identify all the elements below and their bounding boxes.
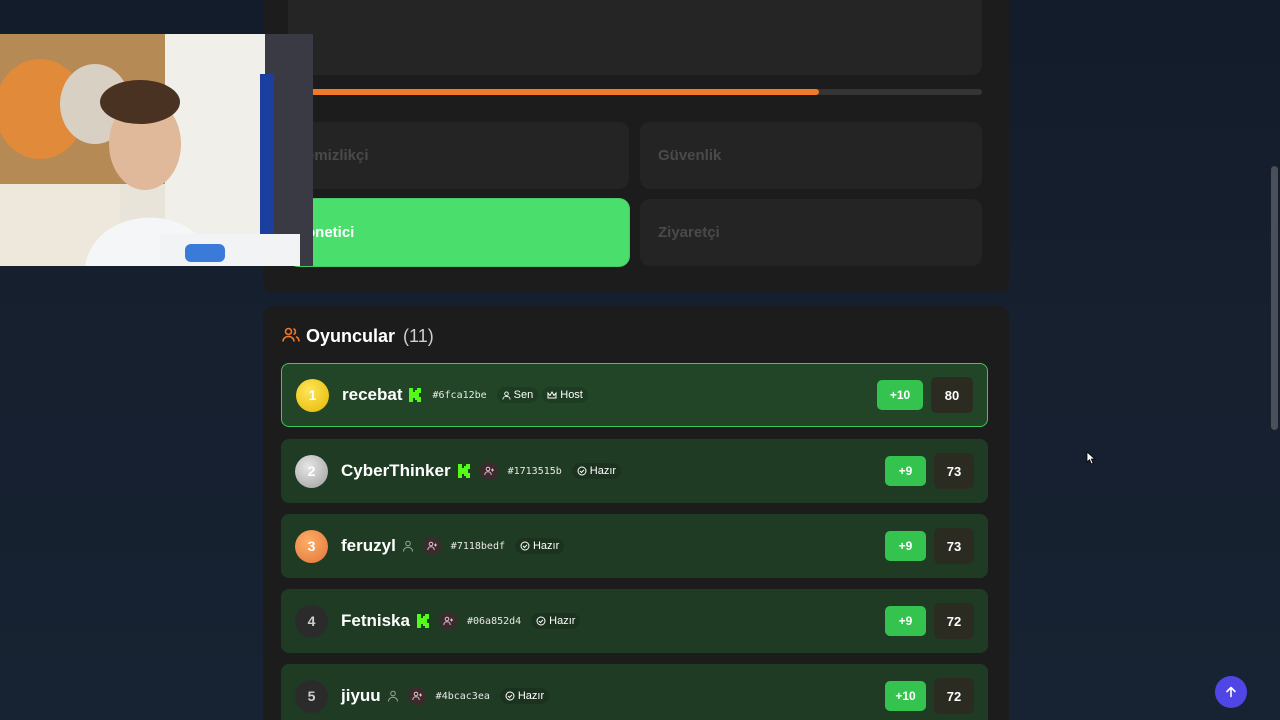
player-row: 4 Fetniska #06a852d4 Hazır +9 72 <box>281 589 988 653</box>
role-option-temizlikci[interactable]: emizlikçi <box>288 122 629 189</box>
game-panel: emizlikçi Güvenlik önetici Ziyaretçi <box>263 0 1009 292</box>
player-id: #7118bedf <box>450 540 505 552</box>
rank-badge: 2 <box>295 454 328 488</box>
player-id: #06a852d4 <box>466 615 522 627</box>
player-row: 1 recebat #6fca12be Sen Host +10 80 <box>281 363 988 427</box>
add-friend-button[interactable] <box>479 462 498 480</box>
you-chip: Sen <box>496 387 539 403</box>
player-name: recebat <box>342 385 403 404</box>
total-score: 72 <box>934 678 974 714</box>
add-friend-button[interactable] <box>438 612 457 630</box>
timer-progress-fill <box>288 89 819 95</box>
page-scrollbar[interactable] <box>1268 0 1280 720</box>
player-row: 2 CyberThinker #1713515b Hazır +9 73 <box>281 439 988 503</box>
add-friend-button[interactable] <box>407 687 426 705</box>
player-name: jiyuu <box>341 686 381 705</box>
role-label: Güvenlik <box>658 147 722 164</box>
row-scores: +9 73 <box>885 528 974 564</box>
player-name: Fetniska <box>341 611 410 630</box>
users-icon <box>282 327 300 347</box>
user-icon <box>402 540 414 552</box>
player-name: feruzyl <box>341 536 396 555</box>
player-row: 3 feruzyl #7118bedf Hazır +9 73 <box>281 514 988 578</box>
total-score: 73 <box>934 528 974 564</box>
ready-chip: Hazır <box>531 613 581 629</box>
user-icon <box>387 690 399 702</box>
scroll-top-button[interactable] <box>1215 676 1247 708</box>
kick-k-icon <box>457 464 471 478</box>
role-label: emizlikçi <box>306 147 369 164</box>
check-circle-icon <box>536 616 546 626</box>
score-delta: +9 <box>885 456 926 486</box>
user-plus-icon <box>427 541 437 551</box>
role-label: önetici <box>306 224 355 241</box>
rank-badge: 5 <box>295 679 328 713</box>
player-name: CyberThinker <box>341 461 451 480</box>
ready-chip: Hazır <box>499 688 550 704</box>
check-circle-icon <box>505 691 515 701</box>
players-count: (11) <box>403 326 434 346</box>
rank-badge: 1 <box>296 378 329 412</box>
role-option-ziyaretci[interactable]: Ziyaretçi <box>640 199 982 266</box>
host-chip: Host <box>542 387 588 403</box>
total-score: 72 <box>934 603 974 639</box>
players-title: Oyuncular <box>306 326 396 346</box>
score-delta: +9 <box>885 606 926 636</box>
ready-chip: Hazır <box>571 463 622 479</box>
kick-k-icon <box>408 388 422 402</box>
score-delta: +10 <box>885 681 926 711</box>
role-option-yonetici[interactable]: önetici <box>288 199 629 266</box>
ready-chip: Hazır <box>514 538 565 554</box>
player-id: #4bcac3ea <box>435 690 490 702</box>
total-score: 80 <box>931 377 973 413</box>
mouse-cursor <box>1086 450 1096 469</box>
player-id: #6fca12be <box>432 389 487 401</box>
user-plus-icon <box>483 466 494 476</box>
row-scores: +10 80 <box>877 377 973 413</box>
add-friend-button[interactable] <box>422 537 441 555</box>
row-scores: +9 72 <box>885 603 974 639</box>
answer-textbox[interactable] <box>288 0 982 75</box>
score-delta: +10 <box>877 380 923 410</box>
check-circle-icon <box>520 541 530 551</box>
total-score: 73 <box>934 453 974 489</box>
players-panel: Oyuncular (11) 1 recebat #6fca12be Sen H… <box>263 306 1009 720</box>
scrollbar-thumb[interactable] <box>1271 166 1278 430</box>
role-option-guvenlik[interactable]: Güvenlik <box>640 122 982 189</box>
webcam-overlay <box>0 34 313 266</box>
user-plus-icon <box>443 616 453 626</box>
check-circle-icon <box>577 466 587 476</box>
arrow-up-icon <box>1226 686 1236 698</box>
row-scores: +10 72 <box>885 678 974 714</box>
role-label: Ziyaretçi <box>658 224 720 241</box>
player-id: #1713515b <box>507 465 562 477</box>
players-header: Oyuncular (11) <box>282 326 434 347</box>
user-plus-icon <box>411 691 422 701</box>
row-scores: +9 73 <box>885 453 974 489</box>
timer-progress-bar <box>288 89 982 95</box>
kick-k-icon <box>416 614 430 628</box>
score-delta: +9 <box>885 531 926 561</box>
crown-icon <box>547 390 557 398</box>
rank-badge: 4 <box>295 604 328 638</box>
rank-badge: 3 <box>295 529 328 563</box>
user-icon <box>502 390 511 400</box>
player-row: 5 jiyuu #4bcac3ea Hazır +10 72 <box>281 664 988 720</box>
